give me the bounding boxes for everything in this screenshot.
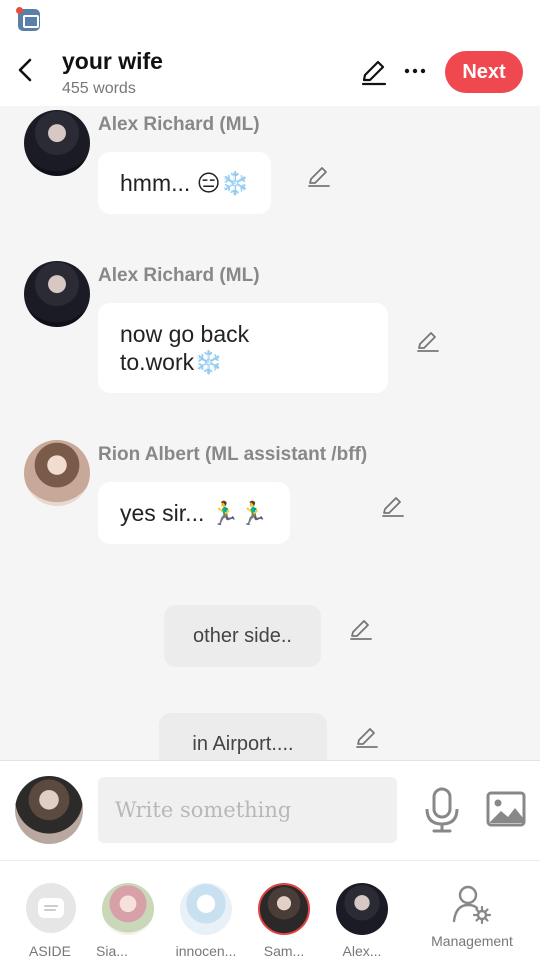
edit-message-icon[interactable] (380, 493, 406, 519)
character-sia[interactable]: Sia... (88, 871, 168, 959)
message-input[interactable] (98, 777, 397, 843)
composer-bar (0, 760, 540, 860)
aside-chat-icon (38, 898, 64, 918)
character-label: Alex... (342, 943, 382, 959)
edit-message-icon[interactable] (415, 328, 441, 354)
app-notification-icon (16, 7, 40, 31)
back-arrow-icon[interactable] (14, 56, 38, 84)
top-bar: your wife 455 words Next (0, 40, 540, 106)
management-button[interactable]: Management (430, 875, 514, 957)
edit-message-icon[interactable] (306, 163, 332, 189)
image-icon[interactable] (486, 791, 526, 827)
aside-bubble[interactable]: other side.. (164, 605, 321, 667)
story-title[interactable]: your wife (62, 48, 163, 75)
chat-feed[interactable]: Alex Richard (ML) hmm... 😑❄️ Alex Richar… (0, 106, 540, 760)
character-label: Sia... (96, 943, 128, 959)
aside-bubble[interactable]: in Airport.... (159, 713, 327, 760)
message-line: now go back (120, 321, 250, 347)
aside-pic (26, 883, 76, 933)
message-bubble[interactable]: hmm... 😑❄️ (98, 152, 272, 214)
sender-name: Alex Richard (ML) (98, 265, 260, 286)
avatar-rion-albert[interactable] (24, 440, 90, 506)
next-button[interactable]: Next (445, 51, 523, 93)
message-bubble[interactable]: yes sir... 🏃‍♂️🏃‍♂️ (98, 482, 291, 544)
character-label: innocen... (175, 943, 237, 959)
character-alex[interactable]: Alex... (322, 871, 402, 959)
sender-name: Rion Albert (ML assistant /bff) (98, 444, 368, 465)
character-avatar (336, 883, 388, 935)
edit-message-icon[interactable] (348, 616, 374, 642)
current-character-avatar[interactable] (15, 776, 83, 844)
message-bubble[interactable]: now go back to.work❄️ (98, 303, 388, 393)
character-avatar (180, 883, 232, 935)
edit-message-icon[interactable] (354, 724, 380, 750)
sender-name: Alex Richard (ML) (98, 114, 260, 135)
manage-characters-icon (452, 885, 492, 925)
message-line: to.work❄️ (120, 349, 223, 375)
character-sam[interactable]: Sam... (244, 871, 324, 959)
character-avatar (258, 883, 310, 935)
character-label: Sam... (263, 943, 305, 959)
word-count: 455 words (62, 80, 136, 97)
character-avatar (102, 883, 154, 935)
character-innocent[interactable]: innocen... (166, 871, 246, 959)
more-options-icon[interactable] (402, 58, 428, 84)
avatar-alex-richard[interactable] (24, 261, 90, 327)
avatar-alex-richard[interactable] (24, 110, 90, 176)
management-label: Management (431, 933, 513, 949)
character-bar: ASIDE Sia... innocen... Sam... Alex... M… (0, 860, 540, 960)
microphone-icon[interactable] (422, 787, 462, 833)
edit-pencil-icon[interactable] (360, 58, 388, 86)
status-bar (0, 0, 540, 40)
message-input-box[interactable] (98, 777, 397, 843)
